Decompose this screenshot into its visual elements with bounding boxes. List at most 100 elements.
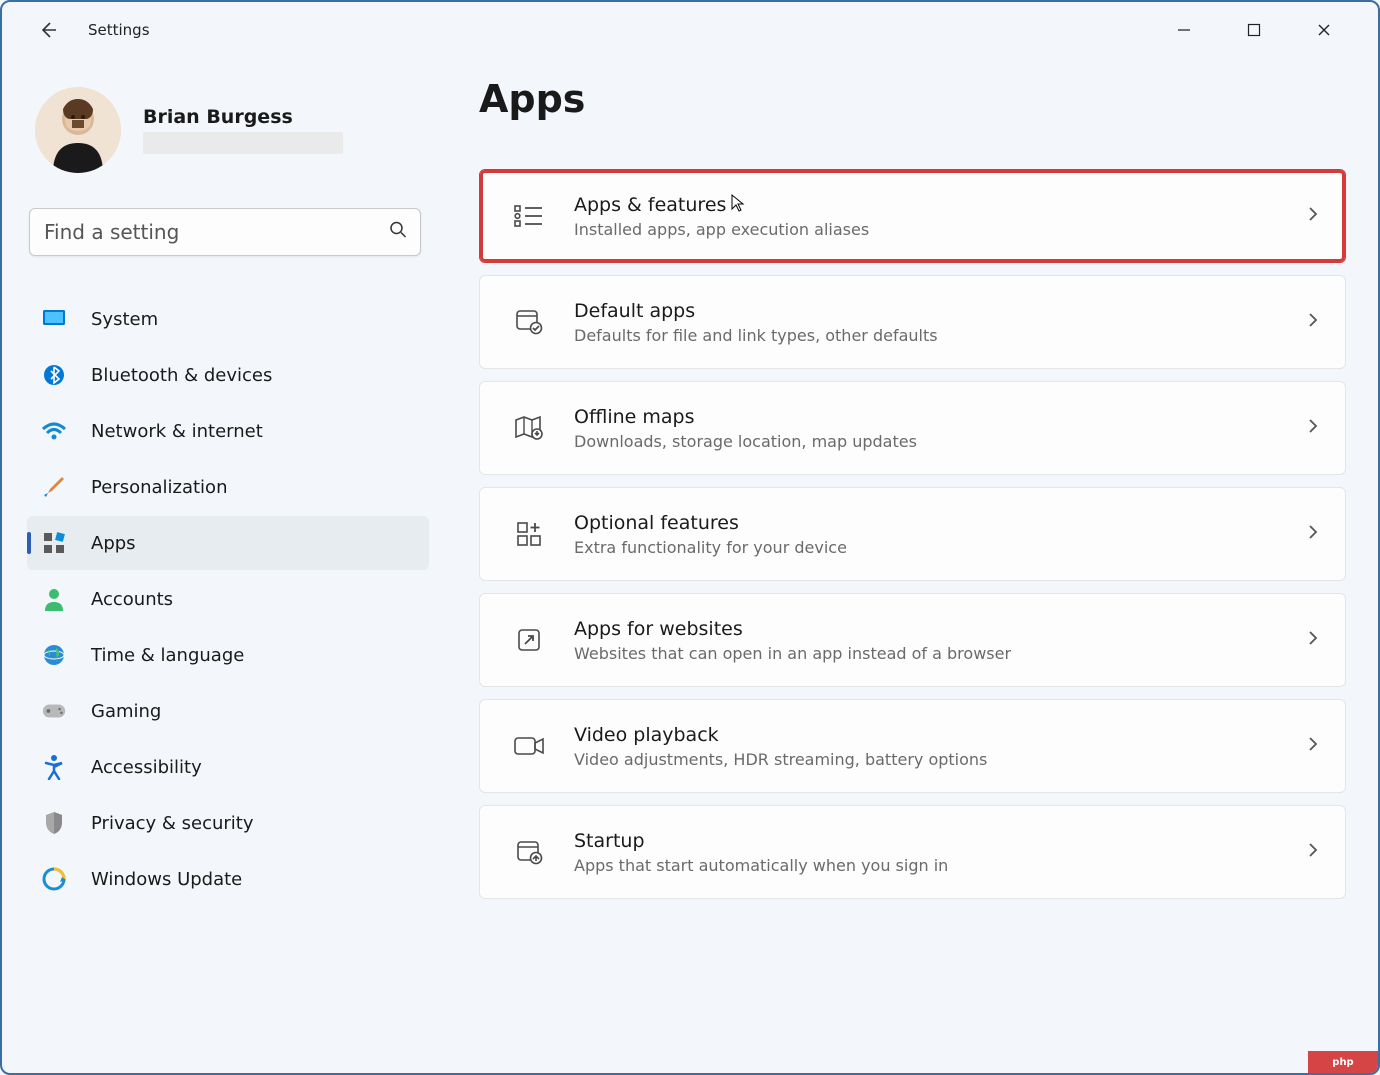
maximize-icon xyxy=(1247,23,1261,37)
sidebar-item-system[interactable]: System xyxy=(27,292,429,346)
optional-icon xyxy=(506,520,552,548)
sidebar-item-label: System xyxy=(91,309,158,330)
profile-name: Brian Burgess xyxy=(143,106,343,128)
default-icon xyxy=(506,309,552,335)
chevron-right-icon xyxy=(1307,204,1319,229)
bluetooth-icon xyxy=(41,362,67,388)
settings-window: Settings Brian Burgess xyxy=(0,0,1380,1075)
search-input[interactable] xyxy=(29,208,421,256)
card-optional-features[interactable]: Optional features Extra functionality fo… xyxy=(479,487,1346,581)
sidebar-item-label: Accounts xyxy=(91,589,173,610)
chevron-right-icon xyxy=(1307,416,1319,441)
search-row xyxy=(29,208,421,256)
avatar xyxy=(35,87,121,173)
card-subtitle: Websites that can open in an app instead… xyxy=(574,644,1307,663)
card-apps-websites[interactable]: Apps for websites Websites that can open… xyxy=(479,593,1346,687)
card-text: Startup Apps that start automatically wh… xyxy=(574,830,1307,875)
video-icon xyxy=(506,735,552,757)
card-subtitle: Extra functionality for your device xyxy=(574,538,1307,557)
card-title: Offline maps xyxy=(574,406,1307,428)
sidebar-item-label: Privacy & security xyxy=(91,813,254,834)
chevron-right-icon xyxy=(1307,522,1319,547)
sidebar-item-privacy[interactable]: Privacy & security xyxy=(27,796,429,850)
cards-list: Apps & features Installed apps, app exec… xyxy=(479,169,1346,899)
card-text: Apps & features Installed apps, app exec… xyxy=(574,194,1307,239)
close-button[interactable] xyxy=(1302,13,1346,47)
sidebar-item-label: Accessibility xyxy=(91,757,202,778)
globe-icon xyxy=(41,642,67,668)
card-title: Apps & features xyxy=(574,194,1307,216)
card-text: Apps for websites Websites that can open… xyxy=(574,618,1307,663)
sidebar-item-gaming[interactable]: Gaming xyxy=(27,684,429,738)
card-title: Startup xyxy=(574,830,1307,852)
sidebar-item-label: Bluetooth & devices xyxy=(91,365,272,386)
sidebar-item-accessibility[interactable]: Accessibility xyxy=(27,740,429,794)
main-panel: Apps Apps & features Installed apps, app… xyxy=(447,67,1378,1073)
brush-icon xyxy=(41,474,67,500)
titlebar: Settings xyxy=(2,2,1378,57)
sidebar-item-personalization[interactable]: Personalization xyxy=(27,460,429,514)
gamepad-icon xyxy=(41,698,67,724)
card-text: Default apps Defaults for file and link … xyxy=(574,300,1307,345)
watermark-badge: php xyxy=(1308,1051,1378,1073)
profile-section[interactable]: Brian Burgess xyxy=(35,87,429,173)
shield-icon xyxy=(41,810,67,836)
sidebar-item-label: Network & internet xyxy=(91,421,263,442)
sidebar-item-network[interactable]: Network & internet xyxy=(27,404,429,458)
accessibility-icon xyxy=(41,754,67,780)
window-controls xyxy=(1162,13,1368,47)
nav-list: System Bluetooth & devices Network & int… xyxy=(27,292,429,906)
sidebar-item-update[interactable]: Windows Update xyxy=(27,852,429,906)
startup-icon xyxy=(506,839,552,865)
card-default-apps[interactable]: Default apps Defaults for file and link … xyxy=(479,275,1346,369)
card-subtitle: Video adjustments, HDR streaming, batter… xyxy=(574,750,1307,769)
arrow-left-icon xyxy=(38,20,58,40)
card-offline-maps[interactable]: Offline maps Downloads, storage location… xyxy=(479,381,1346,475)
card-video-playback[interactable]: Video playback Video adjustments, HDR st… xyxy=(479,699,1346,793)
back-button[interactable] xyxy=(30,12,66,48)
chevron-right-icon xyxy=(1307,310,1319,335)
close-icon xyxy=(1317,23,1331,37)
sidebar-item-label: Personalization xyxy=(91,477,227,498)
monitor-icon xyxy=(41,306,67,332)
sidebar-item-bluetooth[interactable]: Bluetooth & devices xyxy=(27,348,429,402)
chevron-right-icon xyxy=(1307,628,1319,653)
sidebar-item-label: Time & language xyxy=(91,645,244,666)
person-icon xyxy=(41,586,67,612)
web-icon xyxy=(506,627,552,653)
card-text: Video playback Video adjustments, HDR st… xyxy=(574,724,1307,769)
sidebar-item-label: Windows Update xyxy=(91,869,242,890)
profile-email-blurred xyxy=(143,132,343,154)
content-area: Brian Burgess System Bluetooth & devices… xyxy=(2,57,1378,1073)
sidebar-item-apps[interactable]: Apps xyxy=(27,516,429,570)
card-text: Optional features Extra functionality fo… xyxy=(574,512,1307,557)
minimize-icon xyxy=(1177,23,1191,37)
card-subtitle: Downloads, storage location, map updates xyxy=(574,432,1307,451)
card-title: Apps for websites xyxy=(574,618,1307,640)
card-startup[interactable]: Startup Apps that start automatically wh… xyxy=(479,805,1346,899)
wifi-icon xyxy=(41,418,67,444)
update-icon xyxy=(41,866,67,892)
card-title: Optional features xyxy=(574,512,1307,534)
sidebar-item-label: Gaming xyxy=(91,701,161,722)
card-subtitle: Apps that start automatically when you s… xyxy=(574,856,1307,875)
map-icon xyxy=(506,415,552,441)
chevron-right-icon xyxy=(1307,734,1319,759)
profile-text: Brian Burgess xyxy=(143,106,343,154)
card-title: Video playback xyxy=(574,724,1307,746)
chevron-right-icon xyxy=(1307,840,1319,865)
card-subtitle: Defaults for file and link types, other … xyxy=(574,326,1307,345)
list-icon xyxy=(506,204,552,228)
card-text: Offline maps Downloads, storage location… xyxy=(574,406,1307,451)
app-title: Settings xyxy=(88,21,150,39)
sidebar-item-accounts[interactable]: Accounts xyxy=(27,572,429,626)
minimize-button[interactable] xyxy=(1162,13,1206,47)
card-apps-features[interactable]: Apps & features Installed apps, app exec… xyxy=(479,169,1346,263)
card-subtitle: Installed apps, app execution aliases xyxy=(574,220,1307,239)
page-title: Apps xyxy=(479,77,1346,121)
card-title: Default apps xyxy=(574,300,1307,322)
apps-icon xyxy=(41,530,67,556)
sidebar-item-time[interactable]: Time & language xyxy=(27,628,429,682)
sidebar-item-label: Apps xyxy=(91,533,136,554)
maximize-button[interactable] xyxy=(1232,13,1276,47)
